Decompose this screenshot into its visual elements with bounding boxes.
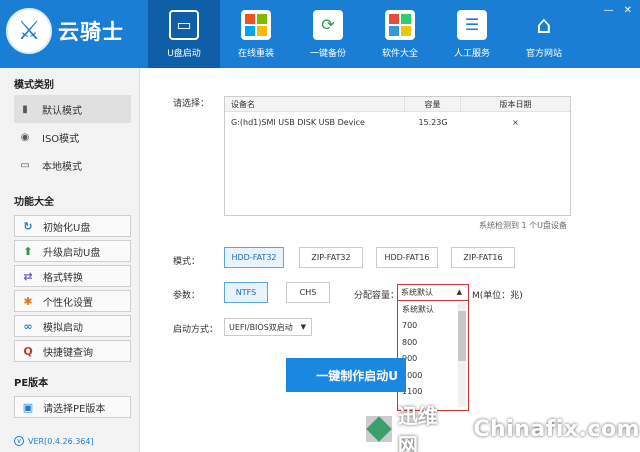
- cluster-value: 系统默认: [401, 288, 433, 297]
- personalize-button[interactable]: ✱ 个性化设置: [14, 290, 131, 312]
- main-nav: ▭ U盘启动 在线重装 ⟳ 一键备份 软件大全 ☰ 人工服务 ⌂ 官方网站: [148, 0, 580, 68]
- version-text: VER[0.4.26.364]: [28, 436, 94, 446]
- nav-website[interactable]: ⌂ 官方网站: [508, 0, 580, 68]
- func-label: 升级启动U盘: [43, 247, 101, 259]
- arrow-up-icon: ⬆: [23, 244, 33, 258]
- nav-label: 在线重装: [237, 48, 274, 59]
- func-section-title: 功能大全: [14, 197, 54, 208]
- link-icon: ∞: [23, 319, 33, 333]
- nav-label: U盘启动: [167, 48, 201, 59]
- func-label: 格式转换: [43, 272, 83, 284]
- cell-version-date: ×: [512, 117, 519, 127]
- app-logo: ⚔ 云骑士: [6, 8, 124, 54]
- convert-icon: ⇄: [23, 269, 33, 283]
- dropdown-scroll-thumb[interactable]: [458, 311, 466, 361]
- sidebar: 模式类别 ▮ 默认模式 ◉ ISO模式 ▭ 本地模式 功能大全 ↻ 初始化U盘 …: [0, 68, 140, 452]
- close-button[interactable]: ✕: [624, 5, 632, 16]
- refresh-icon: ↻: [23, 219, 33, 233]
- device-table: 设备名 容量 版本日期 G:(hd1)SMI USB DISK USB Devi…: [224, 96, 571, 216]
- func-label: 快捷键查询: [43, 347, 93, 359]
- param-ntfs[interactable]: NTFS: [224, 282, 268, 303]
- mode-section-title: 模式类别: [14, 80, 54, 91]
- nav-label: 软件大全: [381, 48, 418, 59]
- col-capacity: 容量: [405, 97, 461, 111]
- param-chs[interactable]: CHS: [286, 282, 330, 303]
- func-label: 个性化设置: [43, 297, 93, 309]
- cluster-dropdown: 系统默认 700 800 900 1000 1100: [397, 301, 469, 411]
- mode-default[interactable]: ▮ 默认模式: [14, 95, 131, 123]
- mode-label: ISO模式: [42, 133, 80, 145]
- param-label: 参数：: [173, 291, 201, 301]
- knight-logo-icon: ⚔: [6, 8, 52, 54]
- top-bar: ⚔ 云骑士 — ✕ ▭ U盘启动 在线重装 ⟳ 一键备份 软件大全 ☰ 人工服务…: [0, 0, 640, 68]
- software-grid-icon: [385, 9, 415, 40]
- usb-icon: ▮: [22, 103, 28, 115]
- disc-icon: ◉: [20, 131, 30, 143]
- boot-value: UEFI/BIOS双启动: [229, 322, 293, 332]
- mode-local[interactable]: ▭ 本地模式: [14, 151, 131, 179]
- nav-software[interactable]: 软件大全: [364, 0, 436, 68]
- make-boot-usb-button[interactable]: 一键制作启动U: [286, 358, 406, 392]
- detect-status: 系统检测到 1 个U盘设备: [479, 221, 568, 230]
- cluster-select[interactable]: 系统默认 ▲: [397, 284, 469, 301]
- mode-iso[interactable]: ◉ ISO模式: [14, 123, 131, 151]
- mode-hdd-fat32[interactable]: HDD-FAT32: [224, 247, 284, 268]
- windows-icon: [241, 9, 271, 40]
- caret-up-icon: ▲: [456, 288, 462, 296]
- usb-drive-icon: ▭: [169, 9, 199, 40]
- simulate-boot-button[interactable]: ∞ 模拟启动: [14, 315, 131, 337]
- minimize-button[interactable]: —: [604, 5, 614, 16]
- monitor-icon: ▭: [20, 159, 30, 171]
- nav-online-reinstall[interactable]: 在线重装: [220, 0, 292, 68]
- search-icon: Q: [23, 344, 33, 358]
- watermark: 迅维网 Chinafix.com: [362, 404, 640, 452]
- nav-label: 人工服务: [453, 48, 490, 59]
- select-pe-button[interactable]: ▣ 请选择PE版本: [14, 396, 131, 418]
- pe-icon: ▣: [22, 400, 34, 414]
- watermark-text-en: Chinafix.com: [473, 416, 640, 442]
- watermark-logo-icon: [366, 416, 392, 442]
- col-version-date: 版本日期: [499, 99, 532, 109]
- pe-label: 请选择PE版本: [43, 403, 106, 415]
- nav-label: 官方网站: [525, 48, 562, 59]
- gear-icon: ✱: [23, 294, 33, 308]
- version-info: ∨ VER[0.4.26.364]: [14, 436, 94, 446]
- backup-icon: ⟳: [313, 9, 343, 40]
- nav-backup[interactable]: ⟳ 一键备份: [292, 0, 364, 68]
- boot-mode-select[interactable]: UEFI/BIOS双启动 ▼: [224, 318, 312, 336]
- watermark-text-cn: 迅维网: [397, 404, 438, 452]
- mode-hdd-fat16[interactable]: HDD-FAT16: [376, 247, 438, 268]
- init-usb-button[interactable]: ↻ 初始化U盘: [14, 215, 131, 237]
- func-label: 初始化U盘: [43, 222, 91, 234]
- window-controls: — ✕: [604, 5, 632, 16]
- hotkey-query-button[interactable]: Q 快捷键查询: [14, 340, 131, 362]
- table-header: 设备名 容量 版本日期: [225, 97, 570, 112]
- cluster-label: 分配容量：: [354, 291, 400, 301]
- mode-label: 模式：: [173, 257, 201, 267]
- pe-section-title: PE版本: [14, 378, 49, 389]
- upgrade-usb-button[interactable]: ⬆ 升级启动U盘: [14, 240, 131, 262]
- col-device: 设备名: [225, 97, 405, 111]
- app-title: 云骑士: [58, 20, 124, 44]
- mode-zip-fat16[interactable]: ZIP-FAT16: [451, 247, 515, 268]
- boot-label: 启动方式：: [173, 325, 219, 335]
- home-icon: ⌂: [536, 10, 552, 39]
- table-row[interactable]: G:(hd1)SMI USB DISK USB Device 15.23G ×: [225, 112, 570, 132]
- main-panel: 请选择： 设备名 容量 版本日期 G:(hd1)SMI USB DISK USB…: [141, 68, 640, 452]
- chevron-down-icon: ∨: [14, 436, 24, 446]
- mode-label: 本地模式: [42, 161, 82, 173]
- chat-icon: ☰: [457, 9, 487, 40]
- caret-down-icon: ▼: [300, 323, 306, 331]
- select-label: 请选择：: [173, 99, 210, 109]
- format-convert-button[interactable]: ⇄ 格式转换: [14, 265, 131, 287]
- func-label: 模拟启动: [43, 322, 83, 334]
- mode-label: 默认模式: [42, 105, 82, 117]
- cell-capacity: 15.23G: [418, 117, 448, 127]
- cell-device: G:(hd1)SMI USB DISK USB Device: [231, 117, 365, 127]
- cluster-unit: M(单位：兆): [472, 291, 523, 301]
- nav-service[interactable]: ☰ 人工服务: [436, 0, 508, 68]
- nav-label: 一键备份: [309, 48, 346, 59]
- nav-usb-boot[interactable]: ▭ U盘启动: [148, 0, 220, 68]
- mode-zip-fat32[interactable]: ZIP-FAT32: [299, 247, 363, 268]
